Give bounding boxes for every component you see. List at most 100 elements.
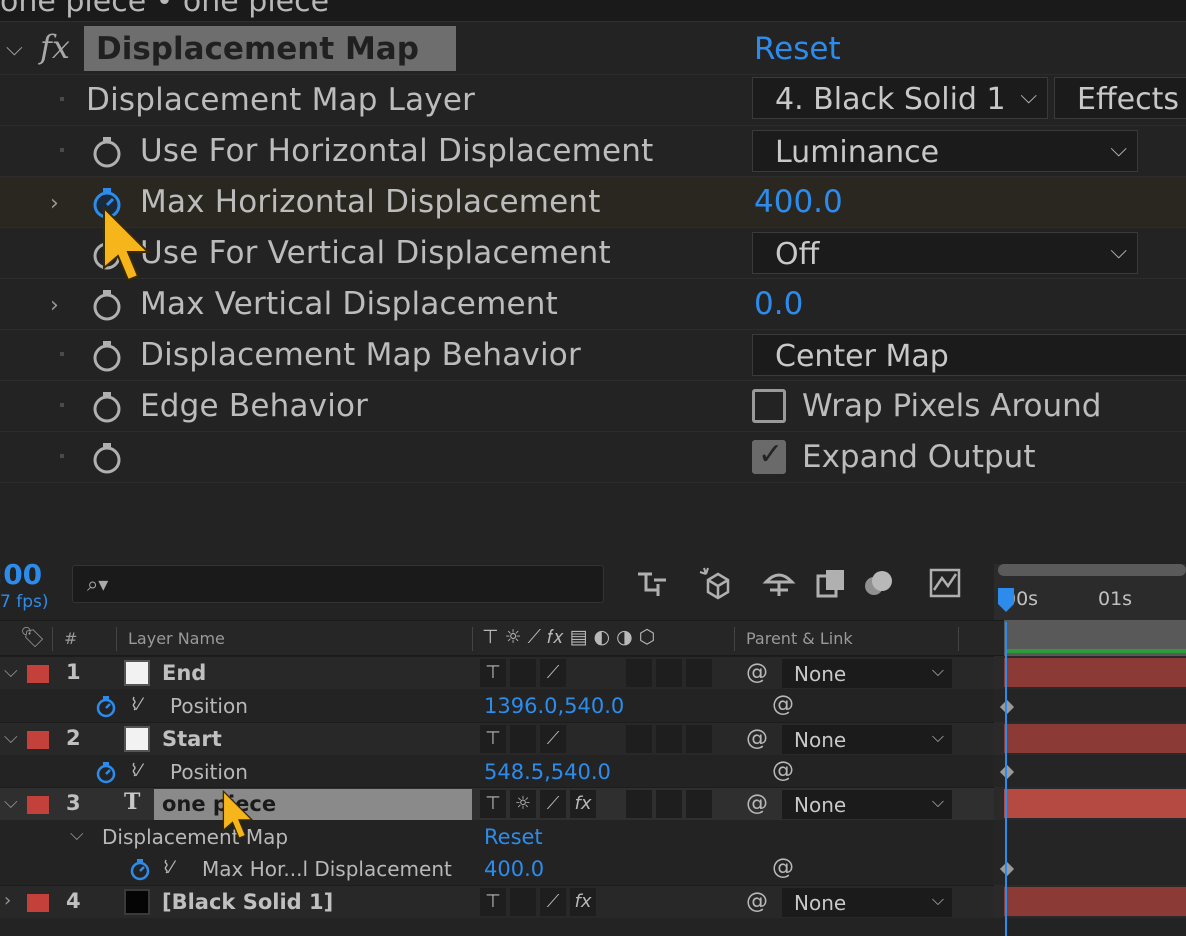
label-color-swatch[interactable]	[27, 665, 49, 683]
layer-duration-bar[interactable]	[1004, 658, 1186, 687]
adjustment-switch[interactable]	[656, 659, 682, 687]
motion-blur-icon[interactable]	[862, 566, 896, 600]
parent-dropdown[interactable]: None ⌵	[782, 659, 952, 688]
property-value[interactable]: 548.5,540.0	[484, 760, 611, 784]
layer-track[interactable]	[994, 722, 1186, 755]
stopwatch-icon[interactable]	[91, 288, 123, 322]
layer-row[interactable]: › 4 [Black Solid 1] ⊤ ⟋ fx @ None ⌵	[0, 885, 994, 918]
collapse-switch[interactable]: ☼	[510, 790, 536, 818]
shy-icon[interactable]	[762, 566, 796, 600]
quality-switch[interactable]: ⟋	[540, 659, 566, 687]
chevron-right-icon[interactable]: ›	[50, 293, 59, 318]
layer-name-column-header[interactable]: Layer Name	[128, 629, 225, 648]
shy-switch[interactable]: ⊤	[480, 888, 506, 916]
parent-dropdown[interactable]: None ⌵	[782, 888, 952, 917]
current-timecode[interactable]: ;00	[0, 558, 42, 591]
chevron-down-icon[interactable]: ⌵	[6, 36, 23, 61]
label-tag-icon[interactable]: 🏷	[20, 625, 45, 649]
parent-pickwhip-icon[interactable]: @	[746, 726, 768, 751]
layer-name[interactable]: End	[162, 661, 206, 685]
stopwatch-icon[interactable]	[128, 857, 152, 881]
map-behavior-dropdown[interactable]: Center Map	[752, 334, 1186, 376]
chevron-down-icon[interactable]: ⌵	[4, 661, 18, 682]
quality-switch[interactable]: ⟋	[540, 888, 566, 916]
max-horizontal-value[interactable]: 400.0	[754, 184, 843, 220]
layer-name[interactable]: Start	[162, 727, 222, 751]
shy-switch[interactable]: ⊤	[480, 790, 506, 818]
effect-name[interactable]: Displacement Map	[96, 31, 419, 67]
collapse-switch[interactable]	[510, 888, 536, 916]
layer-row[interactable]: ⌵ 2 Start ⊤ ⟋ @ None ⌵	[0, 722, 994, 755]
property-value[interactable]: 1396.0,540.0	[484, 694, 624, 718]
3d-switch[interactable]	[686, 790, 712, 818]
property-pickwhip-icon[interactable]: @	[772, 758, 794, 783]
effect-reset-link[interactable]: Reset	[754, 31, 841, 67]
collapse-switch[interactable]	[510, 725, 536, 753]
graph-editor-icon[interactable]	[928, 566, 962, 600]
quality-switch[interactable]: ⟋	[540, 725, 566, 753]
expand-output-checkbox[interactable]	[752, 437, 786, 474]
graph-icon[interactable]: ⌇⁄	[130, 695, 141, 715]
property-pickwhip-icon[interactable]: @	[772, 855, 794, 880]
collapse-switch[interactable]	[510, 659, 536, 687]
shy-switch[interactable]: ⊤	[480, 659, 506, 687]
effect-header-row[interactable]: ⌵ fx Displacement Map Reset	[0, 24, 1186, 75]
parent-link-column-header[interactable]: Parent & Link	[746, 629, 853, 648]
label-color-swatch[interactable]	[27, 796, 49, 814]
3d-switch[interactable]	[686, 725, 712, 753]
property-pickwhip-icon[interactable]: @	[772, 692, 794, 717]
stopwatch-icon[interactable]	[91, 390, 123, 424]
layer-duration-bar[interactable]	[1004, 887, 1186, 916]
parent-pickwhip-icon[interactable]: @	[746, 791, 768, 816]
shy-switch[interactable]: ⊤	[480, 725, 506, 753]
layer-track[interactable]	[994, 787, 1186, 820]
label-color-swatch[interactable]	[27, 731, 49, 749]
layer-duration-bar[interactable]	[1004, 789, 1186, 818]
motion-blur-switch[interactable]	[626, 659, 652, 687]
horizontal-channel-dropdown[interactable]: Luminance ⌵	[752, 130, 1138, 172]
effects-masks-dropdown[interactable]: Effects a	[1054, 77, 1186, 119]
number-column-header[interactable]: #	[64, 629, 77, 648]
draft-3d-icon[interactable]	[698, 566, 732, 600]
property-value[interactable]: 400.0	[484, 857, 544, 881]
property-row[interactable]: ⌇⁄ Max Hor...l Displacement 400.0 @	[0, 852, 994, 885]
layer-search-input[interactable]: ⌕▾	[72, 565, 604, 603]
property-row[interactable]: ⌇⁄ Position 548.5,540.0 @	[0, 755, 994, 788]
quality-switch[interactable]: ⟋	[540, 790, 566, 818]
chevron-down-icon[interactable]: ⌵	[4, 792, 18, 813]
playhead-icon[interactable]	[996, 586, 1016, 614]
graph-icon[interactable]: ⌇⁄	[130, 761, 141, 781]
layer-row[interactable]: ⌵ 3 T one piece ⊤ ☼ ⟋ fx @ None ⌵	[0, 787, 994, 820]
chevron-right-icon[interactable]: ›	[50, 191, 59, 216]
checkbox-label[interactable]: Expand Output	[802, 439, 1035, 475]
parent-dropdown[interactable]: None ⌵	[782, 790, 952, 819]
stopwatch-icon[interactable]	[91, 441, 123, 475]
max-vertical-value[interactable]: 0.0	[754, 286, 803, 322]
parent-dropdown[interactable]: None ⌵	[782, 725, 952, 754]
fx-switch[interactable]: fx	[570, 790, 596, 818]
3d-switch[interactable]	[686, 659, 712, 687]
label-color-swatch[interactable]	[27, 894, 49, 912]
current-time-indicator[interactable]	[1005, 622, 1007, 936]
comp-mini-flowchart-icon[interactable]	[636, 566, 670, 600]
adjustment-switch[interactable]	[656, 790, 682, 818]
property-track[interactable]	[994, 755, 1186, 788]
property-row[interactable]: ⌇⁄ Position 1396.0,540.0 @	[0, 689, 994, 722]
stopwatch-icon[interactable]	[94, 760, 118, 784]
layer-track[interactable]	[994, 656, 1186, 689]
chevron-down-icon[interactable]: ⌵	[4, 727, 18, 748]
layer-name[interactable]: [Black Solid 1]	[162, 890, 333, 914]
layer-track[interactable]	[994, 885, 1186, 918]
time-ruler[interactable]: 00s 01s	[994, 564, 1186, 620]
fx-switch[interactable]: fx	[570, 888, 596, 916]
parent-pickwhip-icon[interactable]: @	[746, 660, 768, 685]
stopwatch-icon[interactable]	[91, 339, 123, 373]
fx-icon[interactable]: fx	[40, 28, 70, 66]
frame-blending-icon[interactable]	[814, 566, 848, 600]
chevron-right-icon[interactable]: ›	[4, 890, 11, 911]
layer-dropdown[interactable]: 4. Black Solid 1 ⌵	[752, 77, 1048, 119]
effect-group-row[interactable]: ⌵ Displacement Map Reset	[0, 820, 994, 853]
parent-pickwhip-icon[interactable]: @	[746, 889, 768, 914]
effect-track[interactable]	[994, 820, 1186, 853]
layer-row[interactable]: ⌵ 1 End ⊤ ⟋ @ None ⌵	[0, 656, 994, 689]
